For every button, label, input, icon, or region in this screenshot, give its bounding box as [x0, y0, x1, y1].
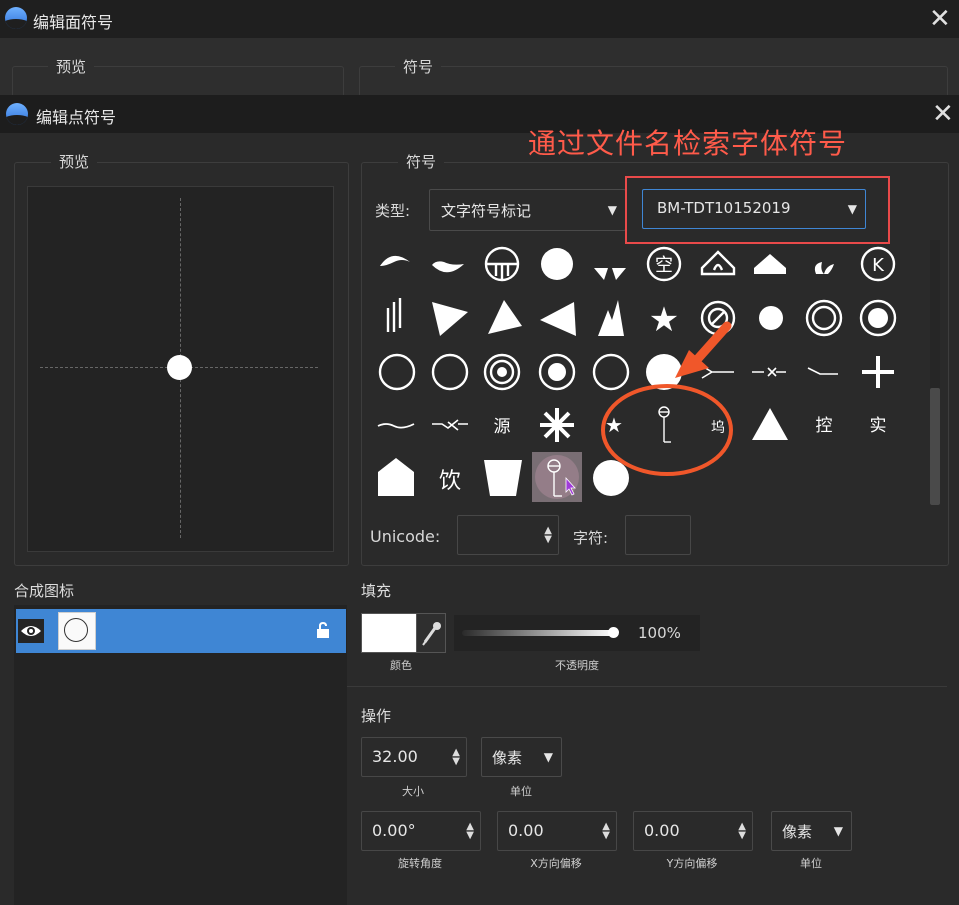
opacity-label: 不透明度	[555, 659, 599, 672]
front-window-title: 编辑点符号	[36, 108, 117, 127]
opacity-slider-handle[interactable]	[608, 627, 619, 638]
unit-select[interactable]: 像素 ▼	[481, 737, 562, 777]
spinner-icon[interactable]: ▲ ▼	[544, 526, 552, 545]
spinner-icon[interactable]: ▲ ▼	[738, 822, 746, 841]
y-offset-value: 0.00	[644, 821, 680, 840]
preview-symbol	[167, 355, 192, 380]
app-logo-icon	[5, 7, 27, 29]
scrollbar-thumb[interactable]	[930, 388, 940, 505]
size-value: 32.00	[372, 747, 418, 766]
opacity-value: 100%	[638, 624, 681, 642]
fill-color-swatch[interactable]	[361, 613, 417, 653]
layer-thumbnail-circle-icon	[64, 618, 88, 642]
type-select-value: 文字符号标记	[441, 202, 532, 220]
chevron-down-icon: ▼	[847, 202, 857, 216]
unit2-select[interactable]: 像素 ▼	[771, 811, 852, 851]
size-label: 大小	[402, 785, 424, 798]
operation-label: 操作	[361, 707, 392, 725]
svg-text:空: 空	[655, 255, 673, 276]
char-input[interactable]	[625, 515, 691, 555]
svg-text:控: 控	[816, 416, 833, 436]
y-offset-label: Y方向偏移	[666, 857, 718, 870]
unit-value: 像素	[492, 749, 523, 767]
color-label: 颜色	[390, 659, 412, 672]
rotation-value: 0.00°	[372, 821, 416, 840]
annotation-arrow-ellipse	[601, 321, 733, 476]
svg-text:源: 源	[494, 417, 511, 437]
fill-label: 填充	[361, 582, 392, 600]
font-select[interactable]: BM-TDT10152019 ▼	[642, 189, 866, 229]
eye-icon[interactable]	[18, 619, 44, 643]
rotation-label: 旋转角度	[398, 857, 442, 870]
svg-text:饮: 饮	[439, 469, 461, 494]
unicode-input[interactable]: ▲ ▼	[457, 515, 559, 555]
preview-legend: 预览	[51, 151, 98, 172]
char-label: 字符:	[573, 529, 609, 547]
unit-label: 单位	[510, 785, 532, 798]
app-logo-icon	[6, 103, 28, 125]
back-preview-legend: 预览	[48, 56, 95, 77]
back-symbol-fieldset	[359, 66, 948, 97]
x-offset-value: 0.00	[508, 821, 544, 840]
font-select-value: BM-TDT10152019	[657, 199, 791, 217]
back-window-title: 编辑面符号	[33, 13, 114, 32]
symbol-legend: 符号	[398, 151, 445, 172]
divider	[347, 686, 947, 687]
unlock-icon[interactable]	[314, 621, 332, 643]
svg-text:K: K	[872, 255, 885, 276]
chevron-down-icon: ▼	[607, 203, 617, 217]
y-offset-input[interactable]: 0.00 ▲ ▼	[633, 811, 753, 851]
annotation-text: 通过文件名检索字体符号	[528, 127, 848, 160]
x-offset-input[interactable]: 0.00 ▲ ▼	[497, 811, 617, 851]
rotation-input[interactable]: 0.00° ▲ ▼	[361, 811, 481, 851]
layer-row[interactable]	[16, 609, 346, 653]
spinner-icon[interactable]: ▲ ▼	[602, 822, 610, 841]
front-close-icon[interactable]: ✕	[932, 101, 954, 127]
svg-text:实: 实	[870, 416, 887, 436]
composite-label: 合成图标	[14, 582, 75, 600]
unicode-label: Unicode:	[370, 527, 441, 546]
size-input[interactable]: 32.00 ▲ ▼	[361, 737, 467, 777]
back-symbol-legend: 符号	[395, 56, 442, 77]
spinner-icon[interactable]: ▲ ▼	[466, 822, 474, 841]
type-select[interactable]: 文字符号标记 ▼	[429, 189, 626, 231]
type-label: 类型:	[375, 202, 411, 220]
chevron-down-icon: ▼	[833, 824, 843, 838]
unit2-label: 单位	[800, 857, 822, 870]
opacity-slider-track[interactable]	[462, 630, 614, 636]
unit2-value: 像素	[782, 823, 813, 841]
spinner-icon[interactable]: ▲ ▼	[452, 748, 460, 767]
back-window-titlebar	[0, 0, 959, 38]
eyedropper-icon[interactable]	[416, 613, 446, 653]
x-offset-label: X方向偏移	[530, 857, 582, 870]
back-close-icon[interactable]: ✕	[929, 6, 951, 32]
chevron-down-icon: ▼	[543, 750, 553, 764]
